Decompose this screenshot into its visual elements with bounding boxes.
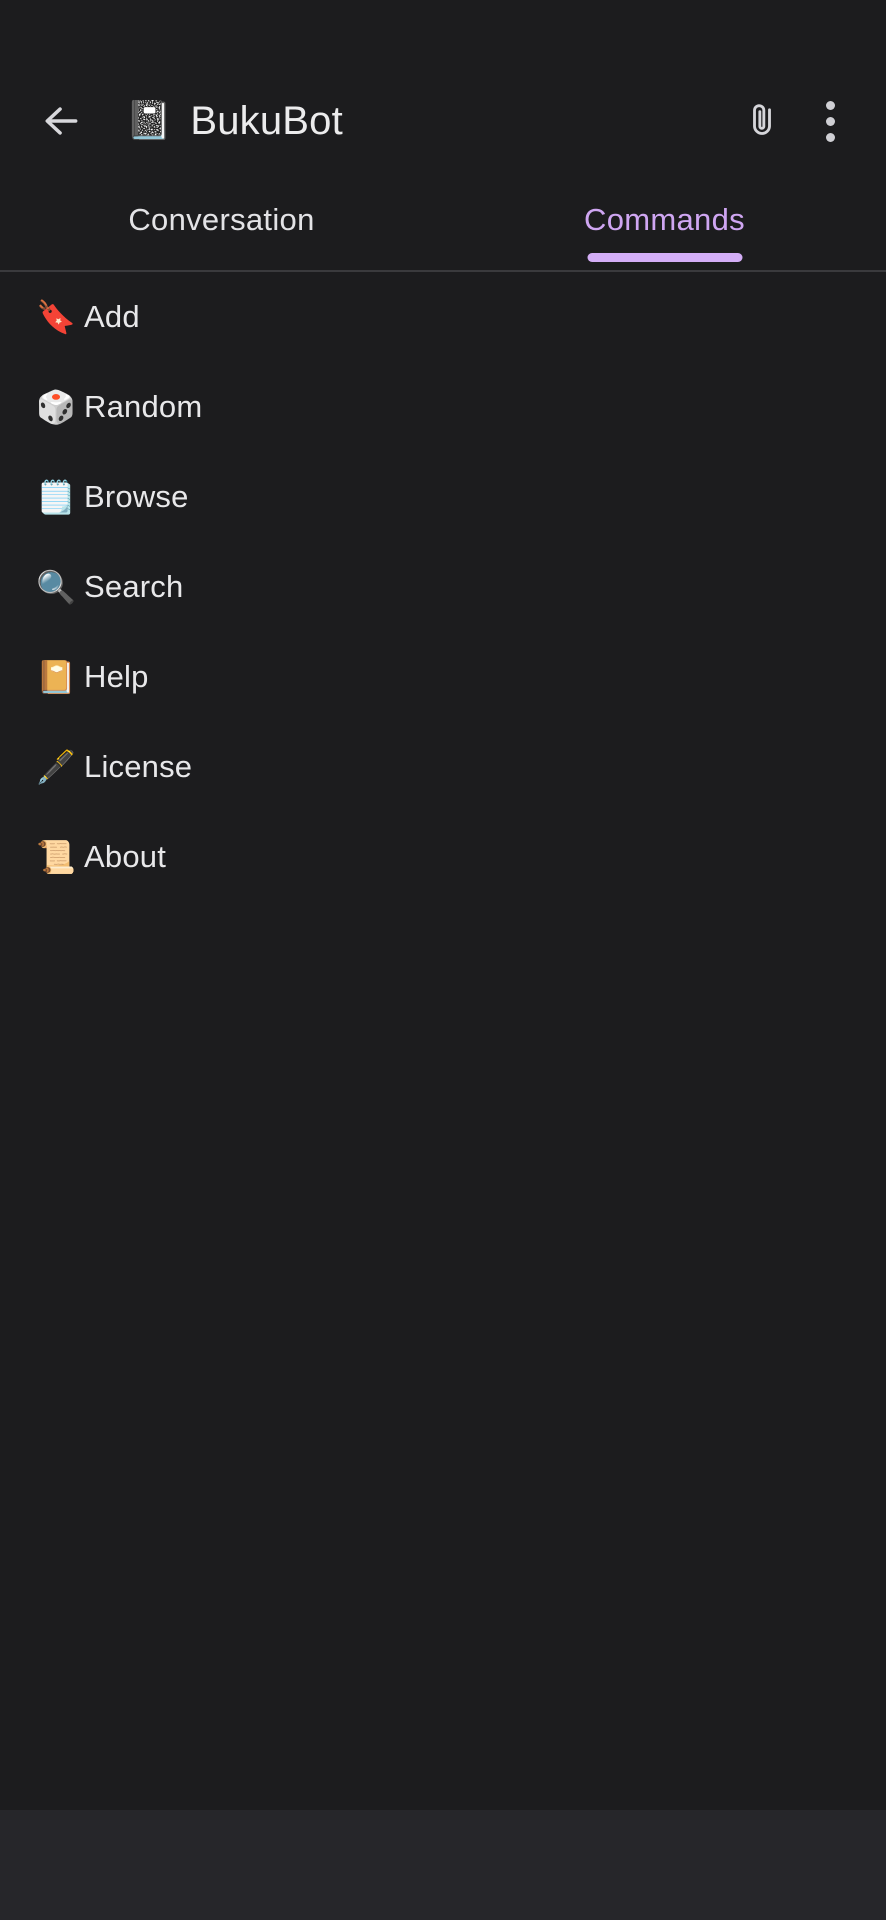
- list-item[interactable]: 📜 About: [0, 812, 886, 902]
- arrow-left-icon: [39, 99, 83, 143]
- scroll-icon: 📜: [36, 839, 76, 875]
- tab-label: Conversation: [128, 202, 315, 237]
- bookmark-icon: 🔖: [36, 299, 76, 335]
- page-title: BukuBot: [190, 98, 343, 143]
- active-tab-indicator: [587, 253, 742, 262]
- tab-commands[interactable]: Commands: [443, 180, 886, 270]
- system-navigation-bar: [0, 1810, 886, 1920]
- more-vertical-icon: [825, 100, 835, 142]
- list-item-label: Add: [84, 299, 140, 334]
- notebook-decorative-cover-icon: 📔: [36, 659, 76, 695]
- list-item-label: Help: [84, 659, 149, 694]
- tab-bar: Conversation Commands: [0, 180, 886, 270]
- chat-title-group[interactable]: 📓 BukuBot: [92, 99, 726, 144]
- chat-screen: 📓 BukuBot Conversation Commands 🔖 Add 🎲 …: [0, 0, 886, 1920]
- list-item[interactable]: 🗒️ Browse: [0, 452, 886, 542]
- game-die-icon: 🎲: [36, 389, 76, 425]
- list-item[interactable]: 🔍 Search: [0, 542, 886, 632]
- list-item[interactable]: 🔖 Add: [0, 272, 886, 362]
- list-item-label: Browse: [84, 479, 189, 514]
- tab-label: Commands: [584, 202, 745, 237]
- attach-button[interactable]: [726, 85, 798, 157]
- list-item-label: Search: [84, 569, 184, 604]
- spiral-notepad-icon: 🗒️: [36, 479, 76, 515]
- list-item[interactable]: 📔 Help: [0, 632, 886, 722]
- tab-conversation[interactable]: Conversation: [0, 180, 443, 270]
- list-item-label: License: [84, 749, 193, 784]
- list-item[interactable]: 🎲 Random: [0, 362, 886, 452]
- paperclip-icon: [742, 99, 782, 144]
- list-item-label: Random: [84, 389, 203, 424]
- status-bar: [0, 0, 886, 62]
- list-item[interactable]: 🖋️ License: [0, 722, 886, 812]
- magnifying-glass-icon: 🔍: [36, 569, 76, 605]
- overflow-menu-button[interactable]: [798, 85, 862, 157]
- list-item-label: About: [84, 839, 167, 874]
- commands-list: 🔖 Add 🎲 Random 🗒️ Browse 🔍 Search 📔 Help…: [0, 272, 886, 1920]
- fountain-pen-icon: 🖋️: [36, 749, 76, 785]
- notebook-emoji: 📓: [125, 100, 173, 142]
- app-bar: 📓 BukuBot: [0, 62, 886, 180]
- back-button[interactable]: [30, 90, 92, 152]
